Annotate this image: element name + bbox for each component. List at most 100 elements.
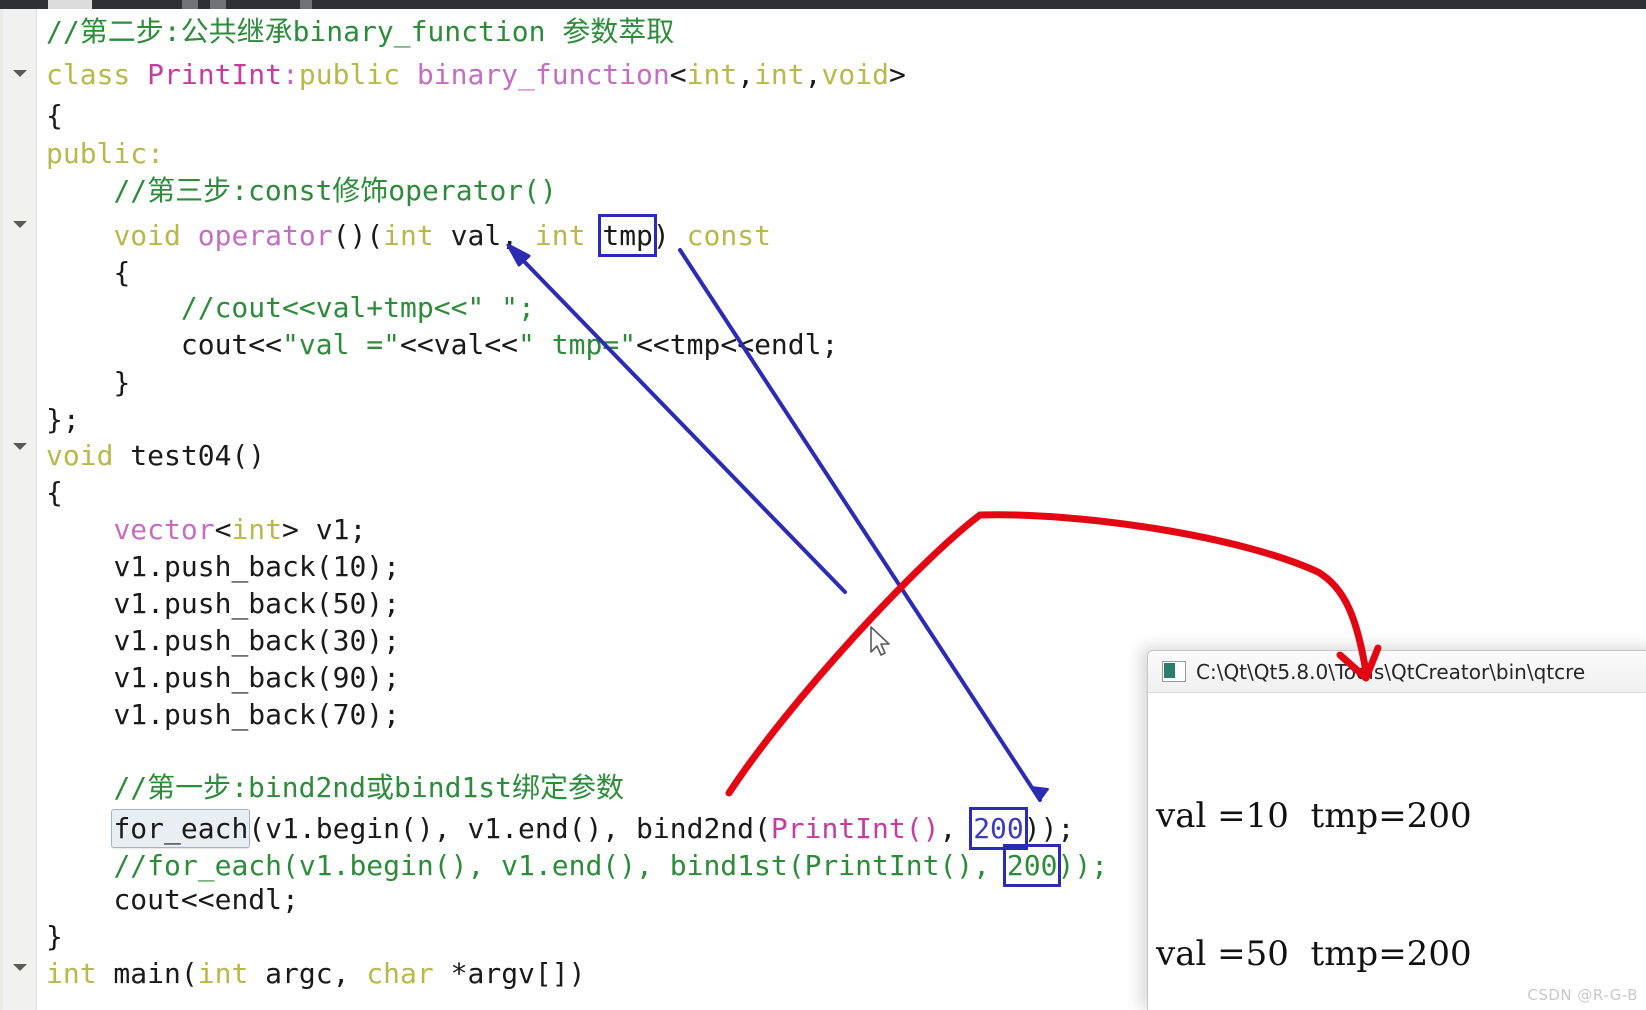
- type-int-a: int: [686, 58, 738, 91]
- toolbar-chip-3[interactable]: [210, 0, 226, 9]
- string-tmp: " tmp=": [518, 328, 637, 361]
- number-200: 200: [973, 812, 1024, 845]
- type-int-tmp: int: [534, 219, 586, 252]
- console-output-window[interactable]: C:\Qt\Qt5.8.0\Tools\QtCreator\bin\qtcre …: [1147, 650, 1646, 1010]
- comment-cout-sum: //cout<<val+tmp<<" ";: [180, 291, 535, 324]
- string-val: "val =": [282, 328, 401, 361]
- selection-for-each[interactable]: for_each: [111, 809, 251, 849]
- push-back-10: v1.push_back(10);: [113, 550, 401, 583]
- code-line-23[interactable]: cout<<endl;: [46, 881, 298, 918]
- code-line-14[interactable]: v1.push_back(10);: [46, 548, 400, 585]
- code-line-13[interactable]: vector<int> v1;: [46, 511, 366, 548]
- vector-tmpl-open: <: [214, 513, 232, 546]
- comma-b: ,: [804, 58, 822, 91]
- function-operator: operator: [197, 219, 333, 252]
- code-line-20[interactable]: //第一步:bind2nd或bind1st绑定参数: [46, 769, 624, 806]
- for-each-args: (v1.begin(), v1.end(), bind2nd(: [248, 812, 771, 845]
- toolbar-chip-1[interactable]: [48, 0, 92, 9]
- code-line-5[interactable]: void operator()(int val, int tmp) const: [46, 214, 771, 258]
- type-int-vector: int: [231, 513, 283, 546]
- code-line-10[interactable]: };: [46, 401, 80, 438]
- console-line-1: val =50 tmp=200: [1156, 934, 1472, 974]
- main-keyword-int: int: [46, 957, 97, 990]
- commented-for-each-tail: ));: [1057, 849, 1109, 882]
- toolbar-chip-4[interactable]: [300, 0, 312, 9]
- param-tmp: tmp: [602, 219, 653, 252]
- screenshot-root: //第二步:公共继承binary_function 参数萃取 class Pri…: [0, 0, 1646, 1010]
- toolbar-chip-2[interactable]: [182, 0, 198, 9]
- brace-close-operator: }: [113, 366, 131, 399]
- code-line-11[interactable]: void test04(): [46, 437, 265, 474]
- type-void: void: [821, 58, 889, 91]
- code-line-0[interactable]: //第二步:公共继承binary_function 参数萃取: [46, 13, 674, 50]
- stream-mid-2: <<tmp<<endl;: [636, 328, 839, 361]
- console-window-icon: [1162, 661, 1186, 682]
- brace-open-operator: {: [113, 256, 131, 289]
- type-int-b: int: [754, 58, 805, 91]
- brace-open-test04: {: [46, 476, 63, 509]
- push-back-90: v1.push_back(90);: [113, 661, 401, 694]
- console-title-bar[interactable]: C:\Qt\Qt5.8.0\Tools\QtCreator\bin\qtcre: [1148, 651, 1646, 693]
- keyword-const: const: [686, 219, 771, 252]
- gutter-edge: [0, 9, 3, 1010]
- main-name: main(: [96, 957, 198, 990]
- code-line-6[interactable]: {: [46, 254, 130, 291]
- main-argc: argc,: [248, 957, 367, 990]
- csdn-watermark: CSDN @R-G-B: [1527, 986, 1638, 1004]
- arg-open-paren: (: [366, 219, 384, 252]
- code-line-16[interactable]: v1.push_back(30);: [46, 622, 400, 659]
- arg-close-paren: ): [652, 219, 670, 252]
- fold-marker-class[interactable]: [13, 70, 27, 77]
- token-for-each: for_each: [113, 812, 249, 845]
- template-open: <: [669, 58, 687, 91]
- annotation-box-commented-200: 200: [1002, 844, 1062, 888]
- code-line-17[interactable]: v1.push_back(90);: [46, 659, 400, 696]
- main-argv: *argv[]): [433, 957, 586, 990]
- ide-toolbar[interactable]: [0, 0, 1646, 9]
- push-back-70: v1.push_back(70);: [113, 698, 401, 731]
- type-vector: vector: [113, 513, 215, 546]
- arg-separator: ,: [939, 812, 974, 845]
- function-test04: test04(): [130, 439, 266, 472]
- brace-close-class: };: [46, 403, 80, 436]
- code-line-8[interactable]: cout<<"val ="<<val<<" tmp="<<tmp<<endl;: [46, 326, 839, 363]
- colon-token: :: [282, 58, 299, 91]
- fold-marker-operator[interactable]: [13, 221, 27, 228]
- comment-step3: //第三步:const修饰operator(): [113, 174, 557, 207]
- code-line-2[interactable]: {: [46, 97, 63, 134]
- fold-marker-test04[interactable]: [13, 443, 27, 450]
- code-line-25[interactable]: int main(int argc, char *argv[]): [46, 955, 585, 992]
- class-name-printint: PrintInt: [147, 58, 283, 91]
- code-line-3[interactable]: public:: [46, 135, 164, 172]
- label-public: public:: [46, 137, 165, 170]
- code-line-18[interactable]: v1.push_back(70);: [46, 696, 400, 733]
- code-line-19[interactable]: [46, 733, 63, 770]
- operator-parens: (): [332, 219, 367, 252]
- for-each-tail: ));: [1023, 812, 1075, 845]
- fold-marker-main[interactable]: [13, 964, 27, 971]
- code-line-12[interactable]: {: [46, 474, 63, 511]
- main-argv-type: char: [366, 957, 434, 990]
- annotation-box-tmp: tmp: [598, 214, 657, 258]
- code-line-7[interactable]: //cout<<val+tmp<<" ";: [46, 289, 535, 326]
- param-val: val,: [450, 219, 519, 252]
- keyword-class: class: [46, 58, 131, 91]
- code-line-24[interactable]: }: [46, 918, 63, 955]
- printint-call: PrintInt(): [770, 812, 940, 845]
- comma-a: ,: [737, 58, 755, 91]
- comment-step1: //第一步:bind2nd或bind1st绑定参数: [113, 771, 625, 804]
- code-line-15[interactable]: v1.push_back(50);: [46, 585, 400, 622]
- brace-open-class: {: [46, 99, 63, 132]
- push-back-50: v1.push_back(50);: [113, 587, 401, 620]
- code-line-9[interactable]: }: [46, 364, 130, 401]
- editor-gutter[interactable]: [0, 9, 37, 1010]
- code-line-1[interactable]: class PrintInt:public binary_function<in…: [46, 56, 906, 93]
- console-title-text: C:\Qt\Qt5.8.0\Tools\QtCreator\bin\qtcre: [1196, 659, 1586, 684]
- commented-for-each-head: //for_each(v1.begin(), v1.end(), bind1st…: [113, 849, 1007, 882]
- console-line-0: val =10 tmp=200: [1156, 796, 1472, 836]
- commented-number-200: 200: [1006, 849, 1058, 882]
- code-line-4[interactable]: //第三步:const修饰operator(): [46, 172, 557, 209]
- type-int-val: int: [383, 219, 434, 252]
- console-output-text: val =10 tmp=200 val =50 tmp=200 val =30 …: [1148, 693, 1646, 1010]
